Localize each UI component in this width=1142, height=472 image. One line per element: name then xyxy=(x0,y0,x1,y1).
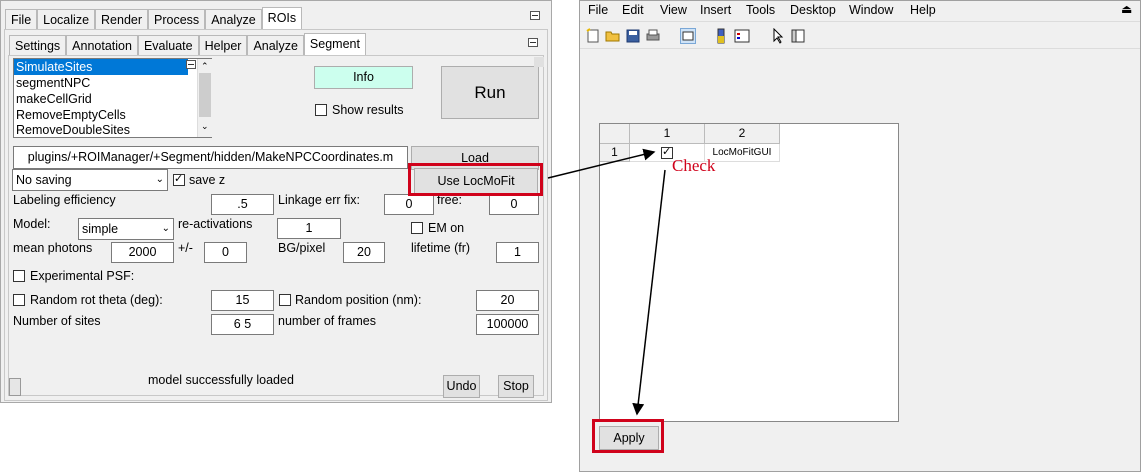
arrow-to-checkbox xyxy=(547,148,656,179)
arrow-to-apply xyxy=(632,169,666,416)
annotation-arrows xyxy=(547,148,666,416)
